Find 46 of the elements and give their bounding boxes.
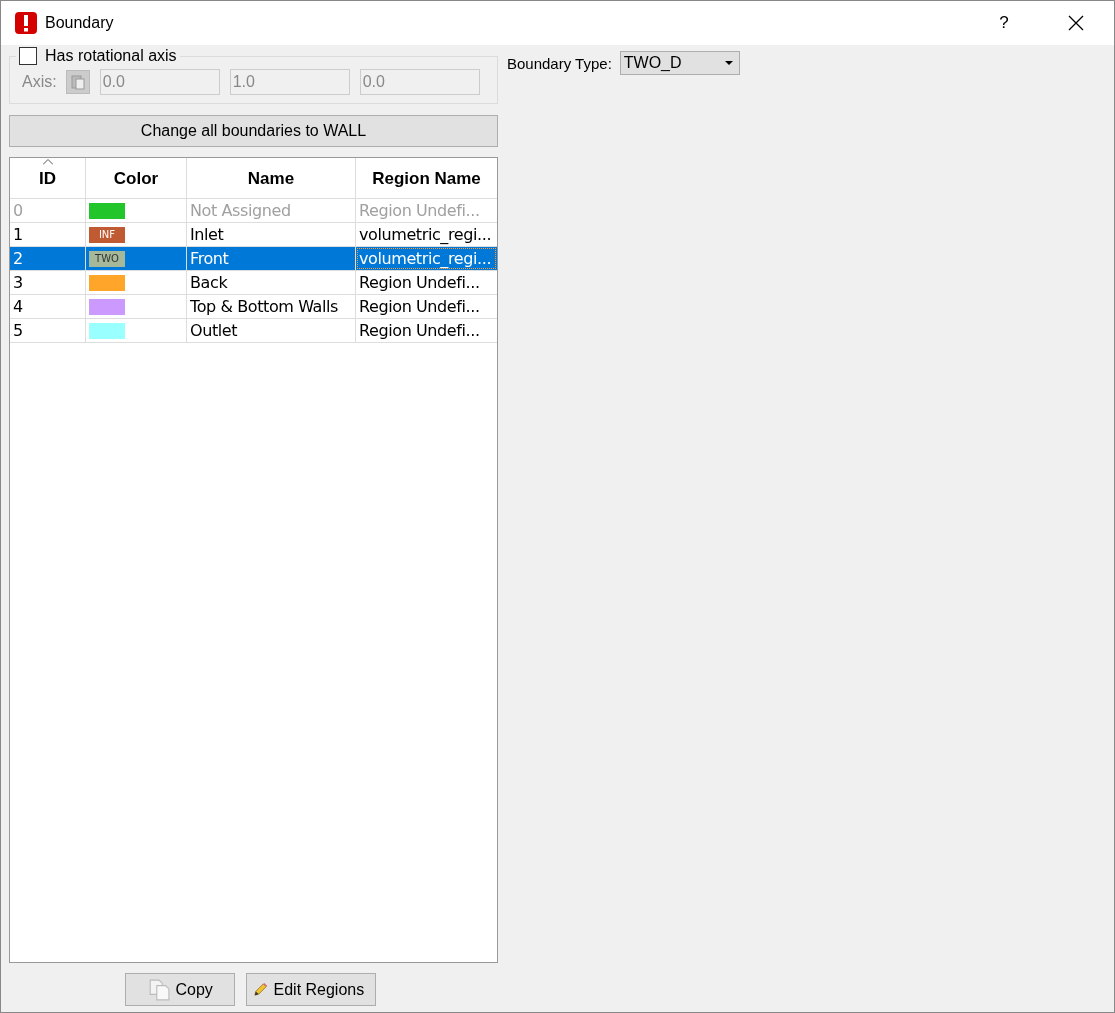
- warning-icon: [15, 12, 37, 34]
- table-cell: Outlet: [187, 319, 356, 342]
- table-row[interactable]: 3 Back Region Undefi...: [10, 271, 497, 295]
- close-icon: [1068, 15, 1084, 31]
- table-cell: 5: [10, 319, 86, 342]
- window-title: Boundary: [45, 14, 114, 32]
- table-cell: Inlet: [187, 223, 356, 246]
- table-cell-text: Region Undefi...: [358, 200, 481, 222]
- table-cell: 1: [10, 223, 86, 246]
- table-cell-text: Region Undefi...: [358, 272, 481, 294]
- change-all-button[interactable]: Change all boundaries to WALL: [9, 115, 498, 147]
- table-cell: 0: [10, 199, 86, 222]
- checkbox-label: Has rotational axis: [45, 47, 177, 65]
- column-header[interactable]: Region Name: [356, 158, 497, 198]
- column-header[interactable]: ID: [10, 158, 86, 198]
- paste-button[interactable]: [65, 70, 90, 94]
- table-cell: Top & Bottom Walls: [187, 295, 356, 318]
- sort-ascending-icon: [42, 159, 53, 165]
- table-row[interactable]: 2 TWO Front volumetric_regi...: [10, 247, 497, 271]
- color-swatch: INF: [89, 226, 125, 243]
- table-cell: Front: [187, 247, 356, 270]
- table-cell: 4: [10, 295, 86, 318]
- help-button[interactable]: ?: [972, 1, 1036, 45]
- pencil-icon: [252, 982, 268, 997]
- table-row[interactable]: 5 Outlet Region Undefi...: [10, 319, 497, 343]
- table-cell: 2: [10, 247, 86, 270]
- table-cell: Not Assigned: [187, 199, 356, 222]
- table-cell-text: Region Undefi...: [358, 296, 481, 318]
- dropdown-arrow-icon: [724, 61, 733, 65]
- column-header[interactable]: Color: [86, 158, 187, 198]
- axis-label: Axis:: [22, 73, 57, 91]
- documents-icon: [147, 978, 170, 1001]
- copy-button[interactable]: Copy: [124, 973, 235, 1006]
- table-cell: volumetric_regi...: [356, 247, 497, 270]
- color-swatch: TWO: [89, 250, 125, 267]
- table-cell-text: volumetric_regi...: [358, 224, 493, 246]
- table-cell-text: Region Undefi...: [358, 320, 481, 342]
- table-cell: Back: [187, 271, 356, 294]
- column-header[interactable]: Name: [187, 158, 356, 198]
- checkbox[interactable]: [19, 47, 37, 65]
- boundary-type-dropdown[interactable]: TWO_D: [619, 51, 740, 75]
- table-row[interactable]: 4 Top & Bottom Walls Region Undefi...: [10, 295, 497, 319]
- table-cell: 3: [10, 271, 86, 294]
- clipboard-icon: [70, 74, 85, 90]
- boundary-type-label: Boundary Type:: [507, 54, 612, 74]
- edit-regions-button[interactable]: Edit Regions: [245, 973, 376, 1006]
